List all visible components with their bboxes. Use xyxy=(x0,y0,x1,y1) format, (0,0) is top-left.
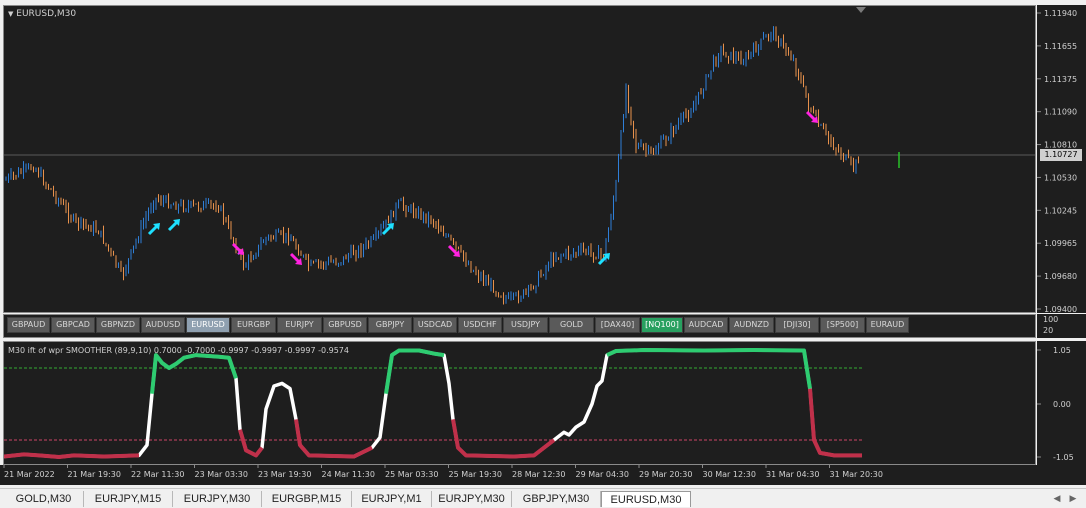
symbol-button-sp500[interactable]: [SP500] xyxy=(820,317,865,333)
overbought-segment xyxy=(606,348,812,389)
price-tick-label: 1.10245 xyxy=(1044,206,1077,215)
overbought-segment xyxy=(384,348,445,395)
oversold-segment xyxy=(238,429,264,458)
symbol-button-audusd[interactable]: AUDUSD xyxy=(141,317,185,333)
symbol-button-usdchf[interactable]: USDCHF xyxy=(458,317,502,333)
symbol-switcher-strip: GBPAUD GBPCAD GBPNZD AUDUSD EURUSD EURGBP EURJ… xyxy=(3,314,1036,338)
time-tick-label: 21 Mar 19:30 xyxy=(68,470,121,479)
symbol-button-dax40[interactable]: [DAX40] xyxy=(595,317,640,333)
symbol-button-audnzd[interactable]: AUDNZD xyxy=(729,317,774,333)
overbought-segment xyxy=(150,353,238,394)
price-tick-label: 1.10530 xyxy=(1044,173,1077,182)
chart-tab-gbpjpy-m30[interactable]: GBPJPY,M30 xyxy=(512,491,601,507)
time-tick-label: 25 Mar 03:30 xyxy=(385,470,438,479)
symbol-button-eurusd[interactable]: EURUSD xyxy=(186,317,230,333)
price-tick-label: 1.11940 xyxy=(1044,9,1077,18)
time-tick-label: 21 Mar 2022 xyxy=(4,470,55,479)
chart-tabs-bar: GOLD,M30 EURJPY,M15 EURJPY,M30 EURGBP,M15 EU… xyxy=(0,488,1086,508)
candlestick-chart xyxy=(4,26,1035,305)
symbol-button-eurjpy[interactable]: EURJPY xyxy=(277,317,322,333)
chart-tab-eurjpy-m15[interactable]: EURJPY,M15 xyxy=(84,491,173,507)
symbol-button-euraud[interactable]: EURAUD xyxy=(866,317,909,333)
tab-scroll-right-icon[interactable]: ▶ xyxy=(1066,491,1080,507)
symbol-button-eurgbp[interactable]: EURGBP xyxy=(231,317,276,333)
buy-signal-arrow-icon xyxy=(147,223,160,236)
symbol-button-usdjpy[interactable]: USDJPY xyxy=(503,317,548,333)
time-tick-label: 25 Mar 19:30 xyxy=(449,470,502,479)
time-tick-label: 24 Mar 11:30 xyxy=(322,470,375,479)
price-tick-label: 1.11090 xyxy=(1044,108,1077,117)
time-tick-label: 31 Mar 20:30 xyxy=(830,470,883,479)
time-tick-label: 23 Mar 19:30 xyxy=(258,470,311,479)
mt4-terminal: ▼ EURUSD,M30 1.11940 1.11655 1.11375 1.1109… xyxy=(0,0,1086,508)
symbol-button-gbpjpy[interactable]: GBPJPY xyxy=(368,317,412,333)
oversold-segment xyxy=(808,388,862,458)
time-tick-label: 28 Mar 12:30 xyxy=(512,470,565,479)
time-tick-label: 30 Mar 12:30 xyxy=(703,470,756,479)
indicator-pane[interactable]: M30 ift of wpr SMOOTHER (89,9,10) 0.7000… xyxy=(3,341,1036,465)
chart-tab-eurusd-m30[interactable]: EURUSD,M30 xyxy=(601,491,691,507)
time-tick-label: 22 Mar 11:30 xyxy=(131,470,184,479)
strip-scale-bottom: 20 xyxy=(1043,326,1054,335)
price-tick-label: 1.11655 xyxy=(1044,42,1077,51)
strip-scale-top: 100 xyxy=(1043,315,1059,324)
symbol-button-nq100[interactable]: [NQ100] xyxy=(641,317,683,333)
time-tick-label: 31 Mar 04:30 xyxy=(766,470,819,479)
shift-marker-icon[interactable] xyxy=(856,7,866,13)
strip-scale: 100 20 xyxy=(1037,314,1086,338)
oversold-segment xyxy=(294,419,373,459)
buy-signal-arrow-icon xyxy=(381,223,394,236)
symbol-button-gbpusd[interactable]: GBPUSD xyxy=(323,317,367,333)
sell-signal-arrow-icon xyxy=(289,252,302,265)
symbol-button-dji30[interactable]: [DJI30] xyxy=(775,317,819,333)
symbol-button-audcad[interactable]: AUDCAD xyxy=(684,317,728,333)
buy-signal-arrow-icon xyxy=(167,219,180,232)
indicator-tick-label: -1.05 xyxy=(1053,453,1074,462)
indicator-scale[interactable]: 1.05 0.00 -1.05 xyxy=(1037,341,1086,465)
price-tick-label: 1.09965 xyxy=(1044,239,1077,248)
time-tick-label: 23 Mar 03:30 xyxy=(195,470,248,479)
indicator-chart xyxy=(4,348,864,459)
sell-signal-arrow-icon xyxy=(231,242,244,255)
indicator-tick-label: 1.05 xyxy=(1053,346,1071,355)
symbol-button-usdcad[interactable]: USDCAD xyxy=(413,317,457,333)
indicator-tick-label: 0.00 xyxy=(1053,400,1071,409)
chart-tab-eurgbp-m15[interactable]: EURGBP,M15 xyxy=(262,491,352,507)
time-axis-labels: 21 Mar 2022 21 Mar 19:30 22 Mar 11:30 23 Ma… xyxy=(3,465,883,479)
price-scale[interactable]: 1.11940 1.11655 1.11375 1.11090 1.10810 1.105… xyxy=(1037,5,1086,314)
time-axis[interactable]: 21 Mar 2022 21 Mar 19:30 22 Mar 11:30 23 Ma… xyxy=(0,465,1086,485)
symbol-button-gbpcad[interactable]: GBPCAD xyxy=(51,317,95,333)
price-tick-label: 1.09680 xyxy=(1044,272,1077,281)
price-chart-pane[interactable]: ▼ EURUSD,M30 xyxy=(3,5,1036,313)
indicator-line xyxy=(4,348,862,459)
time-tick-label: 29 Mar 04:30 xyxy=(576,470,629,479)
oversold-segment xyxy=(4,452,140,459)
symbol-button-gbpaud[interactable]: GBPAUD xyxy=(7,317,50,333)
price-tick-label: 1.09400 xyxy=(1044,305,1077,313)
chart-tab-gold-m30[interactable]: GOLD,M30 xyxy=(4,491,84,507)
tab-scroll-left-icon[interactable]: ◀ xyxy=(1050,491,1064,507)
oversold-segment xyxy=(451,419,556,459)
chart-tab-eurjpy-m30[interactable]: EURJPY,M30 xyxy=(173,491,262,507)
chart-tab-eurjpy-m1[interactable]: EURJPY,M1 xyxy=(352,491,432,507)
chart-tab-eurjpy-m30[interactable]: EURJPY,M30 xyxy=(432,491,512,507)
symbol-button-gbpnzd[interactable]: GBPNZD xyxy=(96,317,140,333)
price-tick-label: 1.11375 xyxy=(1044,75,1077,84)
current-price-tag: 1.10727 xyxy=(1040,149,1082,161)
time-tick-label: 29 Mar 20:30 xyxy=(639,470,692,479)
symbol-button-gold[interactable]: GOLD xyxy=(549,317,594,333)
indicator-scale-labels: 1.05 0.00 -1.05 xyxy=(1037,346,1074,462)
